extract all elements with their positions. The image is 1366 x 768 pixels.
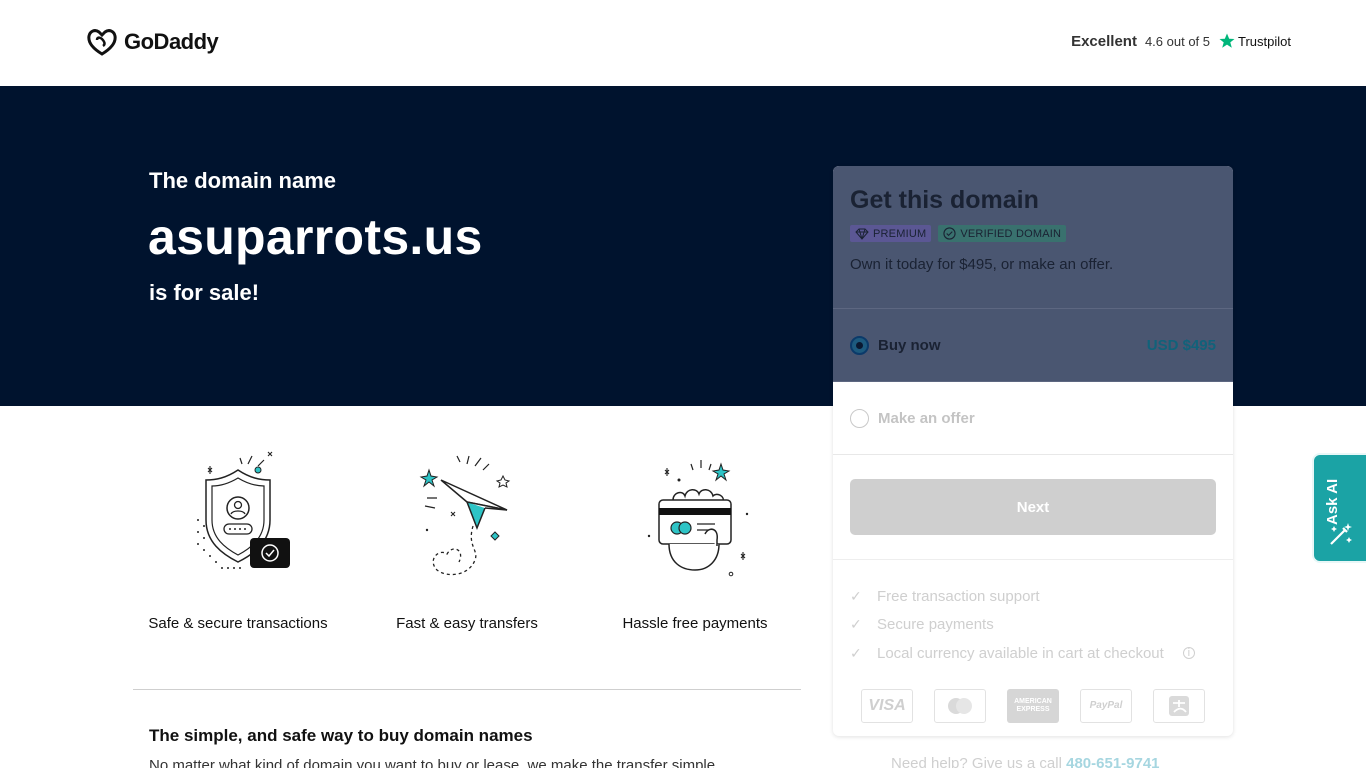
verified-badge: VERIFIED DOMAIN <box>938 225 1067 242</box>
hero-tagline: is for sale! <box>149 280 260 305</box>
feature-secure: Safe & secure transactions <box>133 430 343 632</box>
feature-label: Hassle free payments <box>622 615 768 632</box>
card-payment-icon <box>647 460 749 577</box>
section-divider <box>133 689 801 690</box>
make-offer-radio[interactable] <box>850 408 869 428</box>
feature-transfer: Fast & easy transfers <box>362 430 572 632</box>
site-header: GoDaddy Excellent 4.6 out of 5 Trustpilo… <box>0 0 1366 86</box>
paper-plane-icon <box>419 455 511 576</box>
check-icon: ✓ <box>850 644 862 661</box>
amex-icon: AMERICAN EXPRESS <box>1007 688 1059 723</box>
trust-score: 4.6 out of 5 <box>1144 33 1211 49</box>
paypal-icon: PayPal <box>1080 688 1132 723</box>
trustpilot-star-icon <box>1219 33 1235 48</box>
help-line: Need help? Give us a call 480-651-9741 <box>891 755 1160 768</box>
hero-subtitle: The domain name <box>149 168 337 193</box>
ask-ai-label: Ask AI <box>1324 478 1341 525</box>
logo-text: GoDaddy <box>124 29 219 54</box>
card-header: Get this domain PREMIUM VERIFIED DOMAIN … <box>833 166 1233 309</box>
next-section: Next <box>833 455 1233 560</box>
card-title: Get this domain <box>850 186 1039 214</box>
purchase-card: Get this domain PREMIUM VERIFIED DOMAIN … <box>833 166 1233 736</box>
next-button[interactable]: Next <box>850 479 1216 535</box>
check-icon: ✓ <box>850 616 862 633</box>
feature-label: Safe & secure transactions <box>148 615 328 632</box>
domain-name: asuparrots.us <box>148 209 483 265</box>
badge-row: PREMIUM VERIFIED DOMAIN <box>850 225 1216 242</box>
info-text: No matter what kind of domain you want t… <box>149 757 716 768</box>
ask-ai-button[interactable]: Ask AI <box>1312 453 1366 563</box>
visa-icon: VISA <box>861 688 913 723</box>
feature-label: Fast & easy transfers <box>396 615 538 632</box>
buy-now-radio[interactable] <box>850 335 869 355</box>
trustpilot-brand: Trustpilot <box>1218 32 1291 50</box>
shield-icon <box>197 451 290 569</box>
feature-label: Local currency available in cart at chec… <box>877 644 1164 662</box>
info-icon[interactable]: i <box>1182 647 1195 660</box>
feature-item: ✓ Local currency available in cart at ch… <box>850 639 1216 668</box>
premium-badge: PREMIUM <box>850 225 932 242</box>
buy-now-price: USD $495 <box>1146 336 1216 354</box>
make-offer-label: Make an offer <box>878 409 975 427</box>
trustpilot-rating[interactable]: Excellent 4.6 out of 5 Trustpilot <box>1071 32 1291 50</box>
card-features: ✓ Free transaction support ✓ Secure paym… <box>833 560 1233 668</box>
diamond-icon <box>855 228 869 240</box>
make-offer-option[interactable]: Make an offer <box>833 382 1233 455</box>
godaddy-logo[interactable]: GoDaddy <box>86 28 219 56</box>
help-text: Need help? Give us a call <box>891 755 1062 768</box>
info-title: The simple, and safe way to buy domain n… <box>149 726 533 745</box>
verified-badge-label: VERIFIED DOMAIN <box>960 227 1062 240</box>
check-circle-icon <box>943 227 956 240</box>
buy-now-label: Buy now <box>878 336 941 354</box>
feature-item: ✓ Secure payments <box>850 611 1216 640</box>
mastercard-icon <box>934 688 986 723</box>
alipay-icon <box>1153 688 1205 723</box>
trust-rating-label: Excellent <box>1071 32 1137 50</box>
feature-label: Free transaction support <box>877 587 1040 605</box>
card-description: Own it today for $495, or make an offer. <box>850 256 1114 273</box>
check-icon: ✓ <box>850 587 862 604</box>
feature-label: Secure payments <box>877 616 994 634</box>
godaddy-logo-icon <box>87 29 117 56</box>
payment-methods: VISA AMERICAN EXPRESS PayPal <box>850 668 1216 723</box>
buy-now-option[interactable]: Buy now USD $495 <box>833 309 1233 382</box>
premium-badge-label: PREMIUM <box>873 227 927 240</box>
trustpilot-label: Trustpilot <box>1238 33 1291 49</box>
help-phone-link[interactable]: 480-651-9741 <box>1066 755 1159 768</box>
feature-item: ✓ Free transaction support <box>850 582 1216 611</box>
feature-payments: Hassle free payments <box>590 430 800 632</box>
magic-wand-icon <box>1330 523 1352 545</box>
